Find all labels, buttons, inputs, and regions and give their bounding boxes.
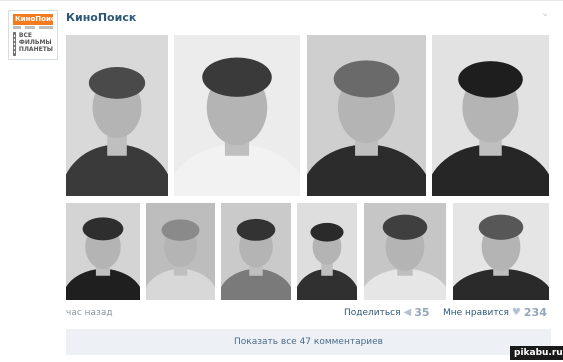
like-count: 234 <box>523 306 547 319</box>
avatar[interactable]: КиноПоиск ВСЕ ФИЛЬМЫ ПЛАНЕТЫ <box>8 10 58 60</box>
like-button[interactable]: Мне нравится ♥ 234 <box>443 306 547 319</box>
photo-4[interactable] <box>432 35 549 196</box>
portrait-graphic <box>364 203 446 300</box>
logo-strip <box>13 26 53 29</box>
hair <box>161 219 200 241</box>
hair <box>202 57 272 97</box>
photo-6[interactable] <box>146 203 215 300</box>
hair <box>333 60 400 98</box>
hair <box>382 214 428 240</box>
portrait-graphic <box>453 203 549 300</box>
share-count: 35 <box>414 306 430 319</box>
photo-1[interactable] <box>66 35 168 196</box>
portrait-graphic <box>66 203 140 300</box>
portrait-graphic <box>221 203 291 300</box>
photo-8[interactable] <box>297 203 357 300</box>
watermark: pikabu.ru <box>510 346 563 360</box>
show-comments-button[interactable]: Показать все 47 комментариев <box>66 329 551 355</box>
top-divider <box>0 0 563 1</box>
post-time[interactable]: час назад <box>66 308 113 318</box>
film-strip-icon <box>13 32 16 56</box>
portrait-graphic <box>307 35 426 196</box>
portrait-graphic <box>297 203 357 300</box>
photo-10[interactable] <box>453 203 549 300</box>
megaphone-icon: ◀ <box>403 307 412 318</box>
hair <box>88 67 146 99</box>
portrait-graphic <box>174 35 300 196</box>
photo-9[interactable] <box>364 203 446 300</box>
channel-name-link[interactable]: КиноПоиск <box>66 11 136 24</box>
logo-body: ВСЕ ФИЛЬМЫ ПЛАНЕТЫ <box>13 32 53 56</box>
share-label: Поделиться <box>344 307 401 318</box>
heart-icon: ♥ <box>511 307 521 318</box>
kinopoisk-logo-text: КиноПоиск <box>13 14 53 25</box>
hair <box>236 218 276 241</box>
hair <box>478 214 524 240</box>
share-button[interactable]: Поделиться ◀ 35 <box>344 306 430 319</box>
like-label: Мне нравится <box>443 307 509 318</box>
photo-3[interactable] <box>307 35 426 196</box>
logo-tagline: ВСЕ ФИЛЬМЫ ПЛАНЕТЫ <box>18 32 53 53</box>
portrait-graphic <box>432 35 549 196</box>
hair <box>82 217 124 241</box>
photo-5[interactable] <box>66 203 140 300</box>
chevron-down-icon[interactable]: ⌄ <box>541 8 549 19</box>
portrait-graphic <box>66 35 168 196</box>
hair <box>458 61 523 98</box>
portrait-graphic <box>146 203 215 300</box>
photo-7[interactable] <box>221 203 291 300</box>
photo-2[interactable] <box>174 35 300 196</box>
hair <box>310 222 344 242</box>
